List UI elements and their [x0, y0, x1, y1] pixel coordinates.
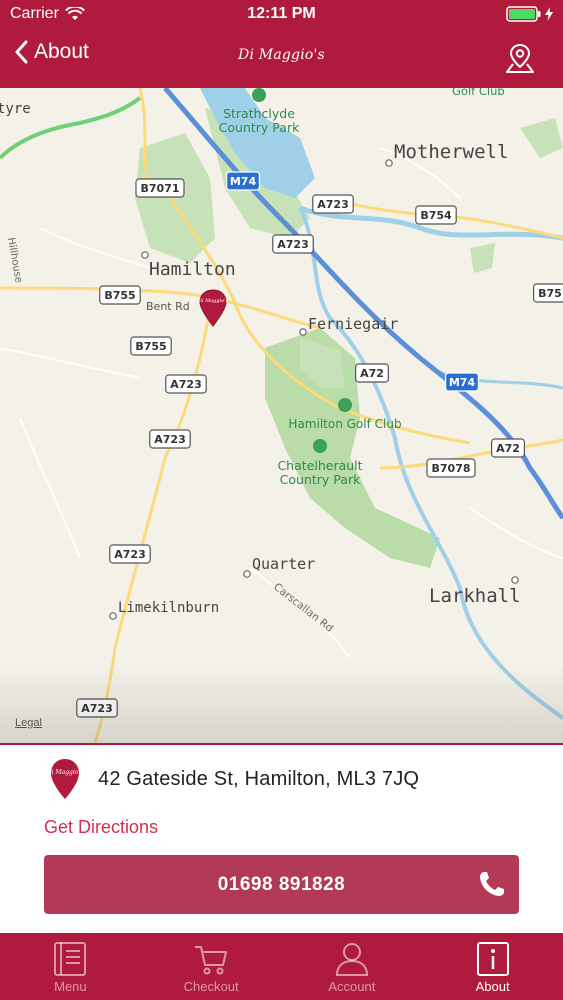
road-badge-a723: A723: [76, 698, 118, 718]
road-badge-b7071: B7071: [135, 178, 185, 198]
road-badge-a723: A723: [109, 544, 151, 564]
tab-about[interactable]: About: [422, 933, 563, 1000]
road-badge-b755: B755: [130, 336, 172, 356]
map-canvas: Motherwell Hamilton Ferniegair Quarter L…: [0, 88, 563, 743]
map-label-ferniegair: Ferniegair: [308, 315, 398, 333]
road-badge-label: A723: [81, 702, 112, 715]
tab-menu-label: Menu: [54, 979, 87, 994]
cart-icon: [195, 946, 228, 975]
get-directions-link[interactable]: Get Directions: [44, 817, 158, 838]
map-label-bentrd: Bent Rd: [146, 300, 190, 313]
tab-checkout[interactable]: Checkout: [141, 933, 282, 1000]
info-icon: [476, 942, 509, 976]
road-badge-m74: M74: [226, 171, 261, 191]
svg-text:Di Maggio's: Di Maggio's: [48, 769, 82, 776]
address-row: Di Maggio's 42 Gateside St, Hamilton, ML…: [48, 757, 419, 801]
road-badge-label: A72: [496, 442, 520, 455]
map-pin-outline-icon: [506, 43, 534, 73]
road-badge-a72: A72: [355, 363, 390, 383]
map-view[interactable]: Motherwell Hamilton Ferniegair Quarter L…: [0, 88, 563, 743]
road-badge-label: A723: [114, 548, 145, 561]
battery-indicator: [506, 6, 553, 22]
address-text: 42 Gateside St, Hamilton, ML3 7JQ: [98, 767, 420, 790]
tab-checkout-label: Checkout: [183, 979, 239, 994]
road-badge-m74: M74: [445, 372, 480, 392]
road-badge-label: A723: [154, 433, 185, 446]
map-label-chatelherault: Chatelherault Country Park: [277, 458, 362, 487]
map-label-limekilnburn: Limekilnburn: [118, 600, 219, 616]
map-label-hamilton: Hamilton: [149, 259, 236, 280]
map-label-motherwell: Motherwell: [394, 141, 508, 163]
road-badge-label: A723: [317, 198, 348, 211]
road-badge-label: M74: [230, 175, 257, 188]
road-badge-label: A723: [170, 378, 201, 391]
road-badge-a723: A723: [165, 374, 207, 394]
status-time: 12:11 PM: [247, 5, 316, 22]
road-badge-label: M74: [449, 376, 476, 389]
phone-number: 01698 891828: [217, 873, 346, 895]
nav-bar: About Di Maggio's: [0, 30, 563, 88]
map-label-quarter: Quarter: [252, 555, 315, 573]
road-badge-b75: B75: [533, 283, 563, 303]
call-button[interactable]: 01698 891828: [44, 855, 519, 914]
user-icon: [335, 943, 368, 976]
map-label-larkhall: Larkhall: [429, 585, 521, 607]
battery-icon: [506, 6, 541, 22]
road-badge-label: B755: [135, 340, 166, 353]
charging-icon: [545, 7, 553, 21]
road-badge-label: B754: [420, 209, 452, 222]
app-header: Carrier 12:11 PM About Di Maggio's: [0, 0, 563, 88]
tab-menu[interactable]: Menu: [0, 933, 141, 1000]
status-bar: Carrier 12:11 PM: [0, 0, 563, 30]
road-badge-label: B7078: [432, 462, 471, 475]
brand-logo: Di Maggio's: [238, 47, 325, 63]
road-badge-b7078: B7078: [426, 458, 476, 478]
road-badge-a723: A723: [272, 234, 314, 254]
map-legal-link[interactable]: Legal: [15, 717, 42, 729]
tab-bar: Menu Checkout Account About: [0, 933, 563, 1000]
road-badge-a723: A723: [312, 194, 354, 214]
location-pin-icon: Di Maggio's: [48, 759, 82, 799]
location-button[interactable]: [505, 42, 535, 79]
menu-book-icon: [54, 942, 87, 976]
road-badge-b754: B754: [415, 205, 457, 225]
road-badge-label: A72: [360, 367, 384, 380]
map-label-hamilton-golf: Hamilton Golf Club: [288, 417, 401, 431]
tab-about-label: About: [475, 979, 510, 994]
tab-account[interactable]: Account: [282, 933, 423, 1000]
pin-logo-text: Di Maggio's: [197, 298, 229, 304]
road-badge-label: B7071: [141, 182, 180, 195]
map-label-golfclub-top: Golf Club: [452, 88, 505, 98]
map-label-strathclyde: Strathclyde Country Park: [219, 106, 300, 135]
tab-account-label: Account: [328, 979, 376, 994]
road-badge-a72: A72: [491, 438, 526, 458]
road-badge-label: B75: [538, 287, 562, 300]
road-badge-label: A723: [277, 238, 308, 251]
map-label-tyre: tyre: [0, 101, 31, 117]
road-badge-b755: B755: [99, 285, 141, 305]
phone-icon: [480, 872, 504, 896]
road-badge-a723: A723: [149, 429, 191, 449]
location-info-panel: Di Maggio's 42 Gateside St, Hamilton, ML…: [0, 743, 563, 933]
road-badge-label: B755: [104, 289, 135, 302]
